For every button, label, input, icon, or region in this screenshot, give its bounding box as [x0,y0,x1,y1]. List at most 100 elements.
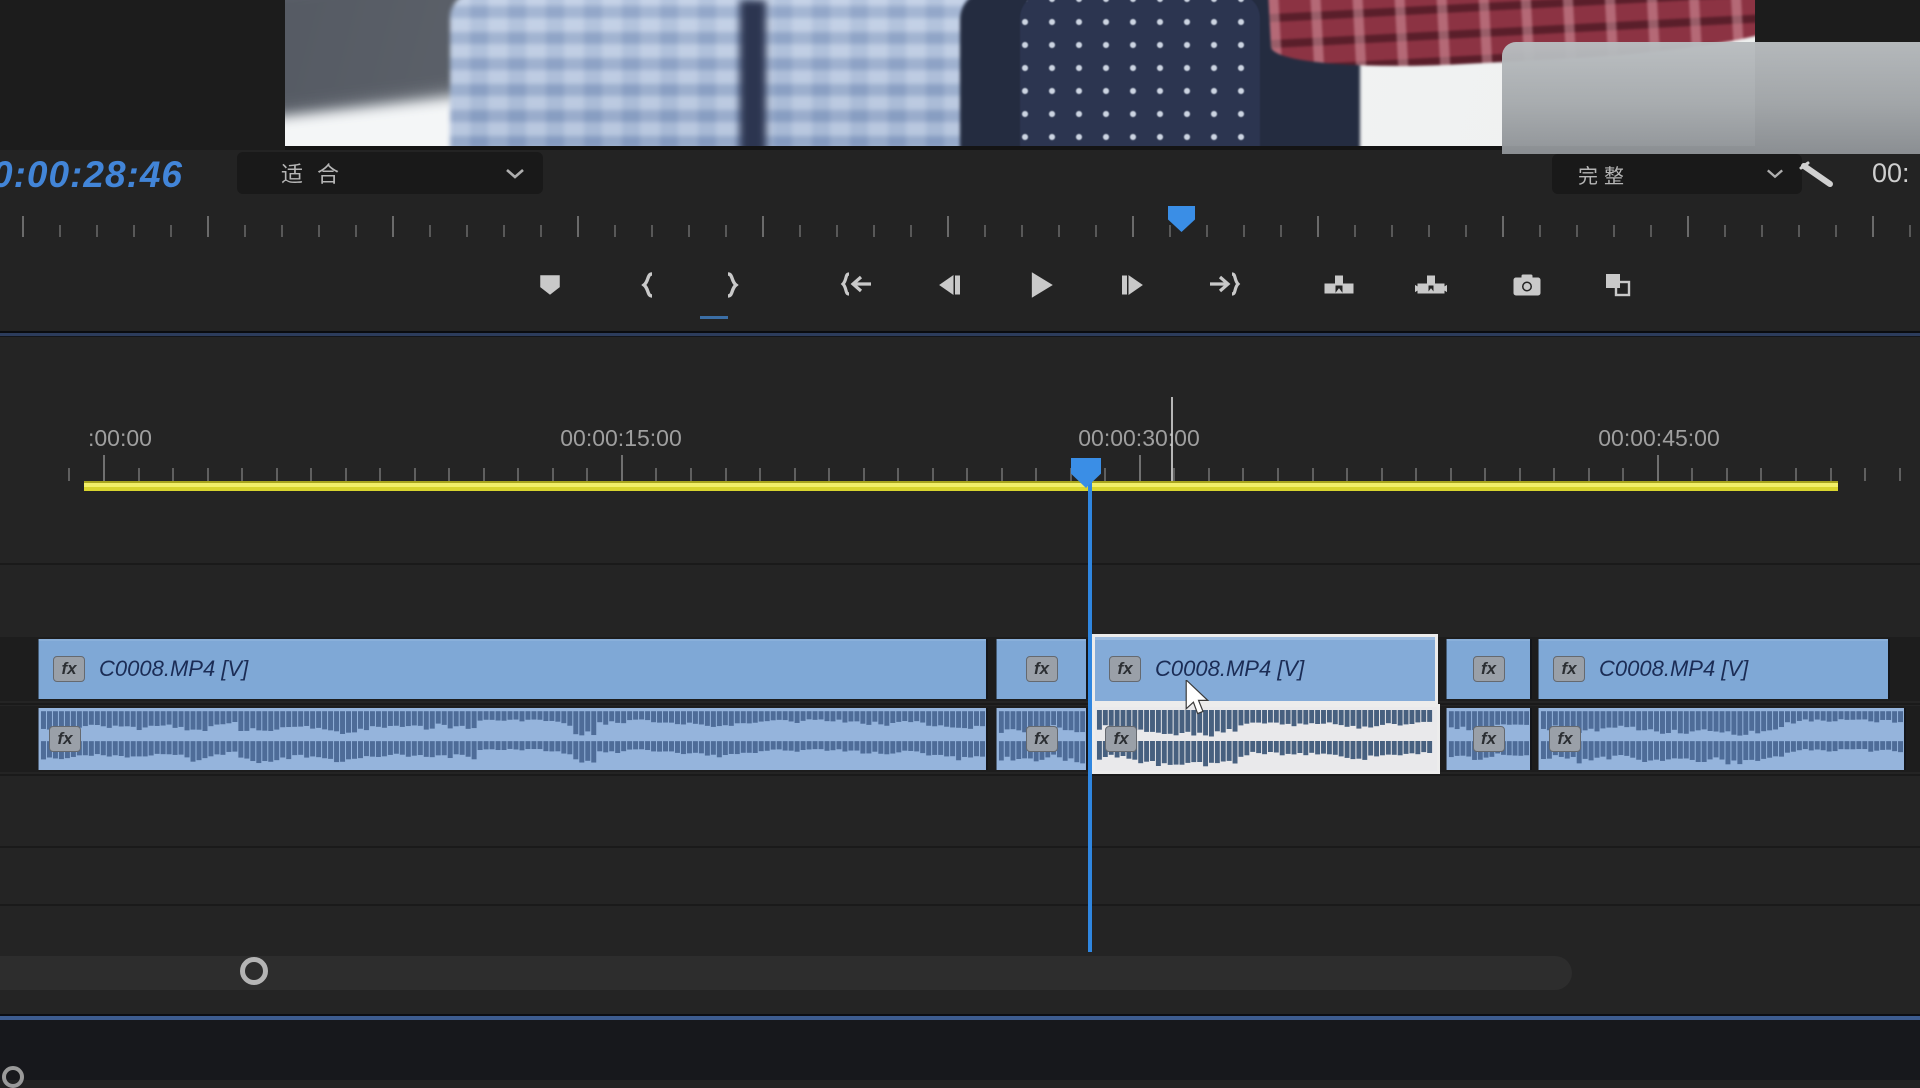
ruler-tick [133,225,135,237]
playhead-timecode[interactable]: 0:00:28:46 [0,154,183,196]
ruler-tick [1539,225,1541,237]
timeline-ruler[interactable]: :00:0000:00:15:0000:00:30:0000:00:45:00 [0,337,1920,481]
ruler-tick [1243,225,1245,237]
audio-clip[interactable]: fx [1446,708,1532,770]
ruler-tick [1208,468,1210,481]
step-back-button[interactable] [927,260,971,310]
fx-badge[interactable]: fx [1026,726,1058,752]
ruler-tick [1317,216,1319,237]
ruler-tick [429,225,431,237]
ruler-tick [379,468,381,481]
ruler-tick [577,216,579,237]
ruler-tick [897,468,899,481]
ruler-tick [1277,468,1279,481]
mark-out-button[interactable] [710,260,754,310]
ruler-timecode-label: 00:00:30:00 [1078,425,1200,452]
preview-person-dotted-shirt [1020,0,1260,150]
go-to-in-button[interactable] [834,260,878,310]
timeline-playhead-line[interactable] [1088,472,1092,952]
go-to-out-button[interactable] [1203,260,1247,310]
fx-badge[interactable]: fx [1473,656,1505,682]
preview-person-divider [740,0,766,150]
video-clip[interactable]: fx C0008.MP4 [V] [38,639,988,699]
monitor-mini-ruler[interactable] [0,200,1920,240]
ruler-tick [651,225,653,237]
video-clip[interactable]: fx [1446,639,1532,699]
ruler-tick [170,225,172,237]
ruler-tick [1588,468,1590,481]
ruler-tick [1830,468,1832,481]
chevron-down-icon [1766,163,1784,186]
audio-track-a1[interactable]: fx fx fx fx fx [0,706,1920,772]
fx-badge[interactable]: fx [1553,656,1585,682]
audio-clip[interactable]: fx [38,708,988,770]
ruler-tick [799,225,801,237]
ruler-tick [1381,468,1383,481]
ruler-tick [1502,216,1504,237]
mark-in-button[interactable] [626,260,670,310]
audio-waveform [39,708,986,770]
ruler-tick [552,468,554,481]
track-divider [0,846,1920,848]
fx-badge[interactable]: fx [1549,726,1581,752]
ruler-tick [1872,216,1874,237]
video-clip-label: C0008.MP4 [V] [1155,656,1304,682]
chevron-down-icon [505,160,525,186]
export-frame-button[interactable] [1505,260,1549,310]
ruler-tick [1899,468,1901,481]
ruler-tick [1035,468,1037,481]
ruler-tick [655,468,657,481]
horizontal-scrollbar-track[interactable] [0,956,1572,990]
zoom-level-value: 适合 [281,157,353,189]
audio-clip[interactable]: fx [1092,704,1440,774]
sequence-duration-timecode: 00: [1872,158,1910,189]
lift-button[interactable] [1317,260,1361,310]
ruler-tick [59,225,61,237]
ruler-tick [68,468,70,481]
ruler-tick [318,225,320,237]
work-area-bar[interactable] [84,481,1838,491]
video-clip[interactable]: fx C0008.MP4 [V] [1092,634,1438,704]
ruler-tick [1132,216,1134,237]
ruler-tick [1354,225,1356,237]
ruler-tick [873,225,875,237]
video-clip[interactable]: fx [996,639,1088,699]
play-button[interactable] [1019,260,1063,310]
extract-button[interactable] [1409,260,1453,310]
fx-badge[interactable]: fx [53,656,85,682]
edit-point-indicator [1171,397,1173,481]
zoom-level-dropdown[interactable]: 适合 [237,152,543,194]
ruler-tick [1622,468,1624,481]
ruler-tick [1021,225,1023,237]
ruler-tick [448,468,450,481]
audio-clip[interactable]: fx [1538,708,1906,770]
premiere-pro-window: { "colors": { "accent_blue": "#3a8ee6", … [0,0,1920,1080]
ruler-tick [1724,225,1726,237]
video-track-v1[interactable]: fx C0008.MP4 [V] fx fx C0008.MP4 [V] fx … [0,637,1920,701]
ruler-tick [910,225,912,237]
step-forward-button[interactable] [1111,260,1155,310]
ruler-tick [1484,468,1486,481]
ruler-tick [1415,468,1417,481]
video-clip[interactable]: fx C0008.MP4 [V] [1538,639,1890,699]
playback-resolution-dropdown[interactable]: 完整 [1552,154,1802,194]
track-divider [0,774,1920,776]
ruler-tick [345,468,347,481]
timeline-bottom-area [0,1020,1920,1080]
ruler-tick [466,225,468,237]
mouse-cursor [1183,680,1211,721]
corner-scroll-handle[interactable] [2,1066,24,1088]
fx-badge[interactable]: fx [49,726,81,752]
horizontal-scrollbar-handle[interactable] [240,957,268,985]
fx-badge[interactable]: fx [1473,726,1505,752]
audio-clip[interactable]: fx [996,708,1088,770]
settings-wrench-icon[interactable] [1796,158,1840,196]
ruler-tick [22,216,24,237]
fx-badge[interactable]: fx [1109,656,1141,682]
monitor-playhead-marker[interactable] [1168,206,1195,232]
comparison-view-button[interactable] [1597,260,1641,310]
ruler-tick [725,468,727,481]
fx-badge[interactable]: fx [1026,656,1058,682]
add-marker-button[interactable] [528,260,572,310]
fx-badge[interactable]: fx [1105,726,1137,752]
